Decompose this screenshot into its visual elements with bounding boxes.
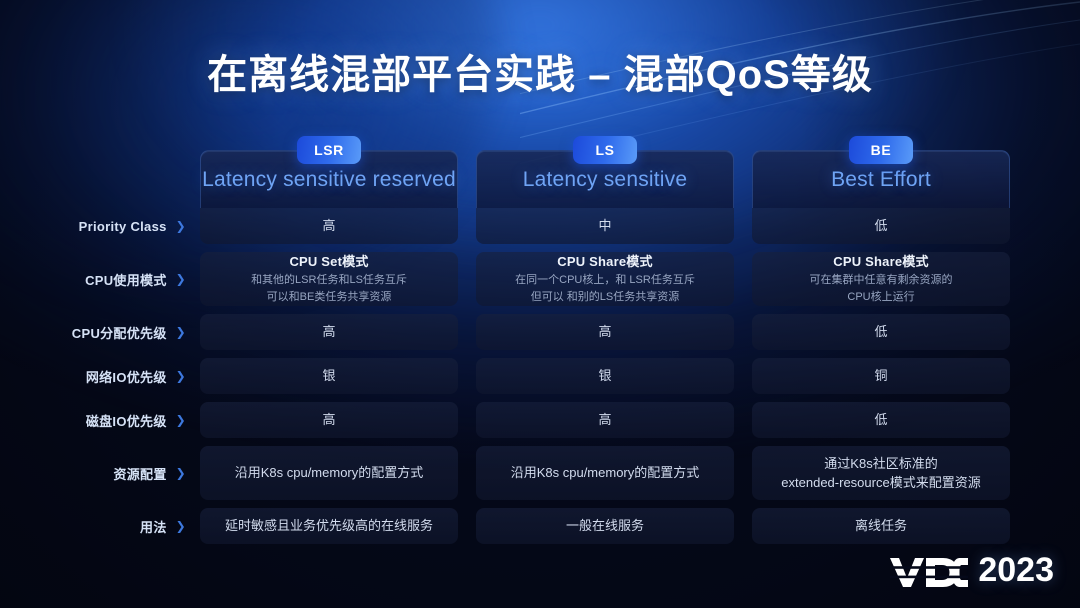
table-row: Priority Class ❯ 高 中 低 [0, 208, 1080, 244]
table-cell: 通过K8s社区标准的 extended-resource模式来配置资源 [752, 446, 1010, 500]
row-cells: 银银铜 [200, 358, 1010, 394]
cell-value: 银 [598, 368, 612, 384]
cell-value: 沿用K8s cpu/memory的配置方式 [234, 465, 424, 481]
cell-value: 中 [598, 218, 612, 234]
row-label-text: CPU分配优先级 [71, 325, 167, 341]
chevron-right-icon: ❯ [175, 369, 186, 383]
table-cell: CPU Share模式可在集群中任意有剩余资源的 CPU核上运行 [752, 252, 1010, 306]
table-row: CPU分配优先级 ❯ 高 高 低 [0, 314, 1080, 350]
column-header-title: Best Effort [831, 167, 931, 191]
table-row: 磁盘IO优先级 ❯ 高 高 低 [0, 402, 1080, 438]
cell-value: 高 [598, 324, 612, 340]
chevron-right-icon: ❯ [175, 466, 186, 480]
column-header-lsr: LSR Latency sensitive reserved [200, 136, 458, 208]
cell-value: 低 [874, 218, 888, 234]
table-cell: 高 [476, 402, 734, 438]
cell-subtext-1: 和其他的LSR任务和LS任务互斥 [251, 274, 407, 287]
cell-value: 一般在线服务 [565, 518, 644, 534]
row-label-4[interactable]: 磁盘IO优先级 ❯ [0, 402, 200, 438]
table-cell: 中 [476, 208, 734, 244]
table-cell: 高 [476, 314, 734, 350]
row-label-text: CPU使用模式 [85, 272, 167, 288]
qos-comparison-table: LSR Latency sensitive reserved LS Latency s… [0, 136, 1080, 552]
cell-value: 高 [598, 412, 612, 428]
table-row: 网络IO优先级 ❯ 银 银 铜 [0, 358, 1080, 394]
vdc-logomark-icon [890, 557, 969, 587]
vdc-2023-logo: 2023 [890, 551, 1054, 590]
cell-subtext-1: 可在集群中任意有剩余资源的 [809, 274, 953, 287]
table-cell: 一般在线服务 [476, 508, 734, 544]
cell-value: 沿用K8s cpu/memory的配置方式 [510, 465, 700, 481]
table-row: CPU使用模式 ❯ CPU Set模式和其他的LSR任务和LS任务互斥 可以和BE类任… [0, 252, 1080, 306]
table-cell: 银 [476, 358, 734, 394]
row-label-1[interactable]: CPU使用模式 ❯ [0, 252, 200, 306]
row-label-text: 资源配置 [113, 466, 167, 482]
table-header-row: LSR Latency sensitive reserved LS Latency s… [0, 136, 1080, 208]
row-label-2[interactable]: CPU分配优先级 ❯ [0, 314, 200, 350]
table-cell: 沿用K8s cpu/memory的配置方式 [476, 446, 734, 500]
row-label-text: 网络IO优先级 [85, 369, 167, 385]
cell-value: 高 [322, 324, 336, 340]
row-label-5[interactable]: 资源配置 ❯ [0, 446, 200, 500]
chevron-right-icon: ❯ [175, 219, 186, 233]
row-label-6[interactable]: 用法 ❯ [0, 508, 200, 544]
table-row: 资源配置 ❯ 沿用K8s cpu/memory的配置方式 沿用K8s cpu/memo… [0, 446, 1080, 500]
cell-value: 高 [322, 218, 336, 234]
column-badge-be: BE [849, 136, 913, 164]
row-label-text: 磁盘IO优先级 [85, 413, 167, 429]
row-cells: 沿用K8s cpu/memory的配置方式 沿用K8s cpu/memory的配置… [200, 446, 1010, 500]
table-row: 用法 ❯ 延时敏感且业务优先级高的在线服务 一般在线服务 离线任务 [0, 508, 1080, 544]
table-cell: 铜 [752, 358, 1010, 394]
table-cell: 延时敏感且业务优先级高的在线服务 [200, 508, 458, 544]
chevron-right-icon: ❯ [175, 272, 186, 286]
row-label-text: Priority Class [78, 218, 167, 234]
column-badge-ls: LS [573, 136, 637, 164]
cell-value: 高 [322, 412, 336, 428]
slide-title: 在离线混部平台实践 – 混部QoS等级 [207, 53, 873, 97]
cell-subtext-1: 在同一个CPU核上，和 LSR任务互斥 [515, 274, 695, 287]
row-label-3[interactable]: 网络IO优先级 ❯ [0, 358, 200, 394]
chevron-right-icon: ❯ [175, 413, 186, 427]
row-cells: 高高低 [200, 314, 1010, 350]
column-header-be: BE Best Effort [752, 136, 1010, 208]
cell-subtext-1: 通过K8s社区标准的 [824, 455, 938, 471]
cell-value: 低 [874, 412, 888, 428]
table-cell: 低 [752, 402, 1010, 438]
row-cells: 高中低 [200, 208, 1010, 244]
row-cells: 延时敏感且业务优先级高的在线服务 一般在线服务 离线任务 [200, 508, 1010, 544]
column-header-ls: LS Latency sensitive [476, 136, 734, 208]
column-header-title: Latency sensitive reserved [202, 167, 456, 191]
cell-value: 银 [322, 368, 336, 384]
cell-subtext-2: 但可以 和别的LS任务共享资源 [530, 291, 680, 304]
cell-title: CPU Share模式 [833, 254, 929, 270]
table-cell: 高 [200, 402, 458, 438]
cell-value: 离线任务 [854, 518, 907, 534]
cell-subtext-2: CPU核上运行 [847, 291, 915, 304]
row-label-0[interactable]: Priority Class ❯ [0, 208, 200, 244]
row-label-text: 用法 [140, 519, 167, 535]
column-header-title: Latency sensitive [522, 167, 688, 191]
cell-value: 低 [874, 324, 888, 340]
logo-year: 2023 [978, 551, 1054, 589]
table-cell: 沿用K8s cpu/memory的配置方式 [200, 446, 458, 500]
cell-subtext-2: extended-resource模式来配置资源 [781, 475, 981, 490]
cell-title: CPU Set模式 [289, 254, 369, 270]
table-cell: CPU Set模式和其他的LSR任务和LS任务互斥 可以和BE类任务共享资源 [200, 252, 458, 306]
table-cell: CPU Share模式在同一个CPU核上，和 LSR任务互斥 但可以 和别的LS任… [476, 252, 734, 306]
table-cell: 低 [752, 208, 1010, 244]
table-cell: 离线任务 [752, 508, 1010, 544]
table-cell: 高 [200, 208, 458, 244]
table-cell: 低 [752, 314, 1010, 350]
table-cell: 高 [200, 314, 458, 350]
cell-value: 铜 [874, 368, 888, 384]
cell-title: CPU Share模式 [557, 254, 653, 270]
column-badge-lsr: LSR [297, 136, 361, 164]
cell-subtext-2: 可以和BE类任务共享资源 [266, 291, 392, 304]
table-cell: 银 [200, 358, 458, 394]
row-cells: CPU Set模式 和其他的LSR任务和LS任务互斥 可以和BE类任务共享资源 CPU… [200, 252, 1010, 306]
cell-value: 延时敏感且业务优先级高的在线服务 [224, 518, 433, 534]
chevron-right-icon: ❯ [175, 325, 186, 339]
chevron-right-icon: ❯ [175, 519, 186, 533]
row-cells: 高高低 [200, 402, 1010, 438]
